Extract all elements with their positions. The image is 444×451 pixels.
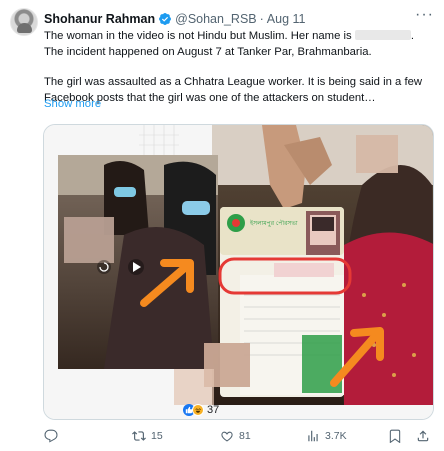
tweet-card[interactable]: Shohanur Rahman @Sohan_RSB · Aug 11 ··· … — [0, 0, 444, 451]
views-icon — [308, 430, 318, 442]
like-button[interactable]: 81 — [220, 428, 251, 444]
avatar[interactable] — [10, 8, 38, 36]
replay-icon[interactable] — [97, 260, 111, 274]
redacted-field — [274, 263, 334, 277]
tweet-media[interactable]: ইসলামপুর পৌরসভা — [43, 124, 434, 420]
id-card-header: ইসলামপুর পৌরসভা — [249, 220, 298, 227]
show-more-link[interactable]: Show more — [44, 98, 101, 110]
redacted-name — [354, 30, 411, 40]
tweet-text: The woman in the video is not Hindu but … — [44, 29, 436, 106]
reaction-count: 37 — [207, 404, 220, 416]
retweet-button[interactable]: 15 — [132, 428, 163, 444]
author-name[interactable]: Shohanur Rahman — [44, 12, 155, 26]
reply-button[interactable] — [44, 428, 63, 444]
author-handle[interactable]: @Sohan_RSB — [175, 12, 257, 26]
separator-dot: · — [259, 12, 264, 26]
share-icon — [417, 430, 429, 442]
like-icon — [221, 431, 233, 442]
haha-emoji-icon — [192, 404, 204, 416]
reply-icon — [44, 429, 58, 443]
share-button[interactable] — [416, 428, 430, 444]
reaction-summary[interactable]: 37 — [183, 403, 219, 417]
retweet-count: 15 — [151, 430, 163, 442]
tweet-date[interactable]: Aug 11 — [267, 12, 306, 26]
blurred-face — [64, 217, 114, 263]
bookmark-icon — [389, 429, 401, 443]
blurred-face — [356, 135, 398, 173]
more-options-icon[interactable]: ··· — [415, 7, 434, 23]
retweet-icon — [132, 431, 146, 441]
tweet-text-part: The woman in the video is not Hindu but … — [44, 30, 352, 42]
views-count: 3.7K — [325, 430, 347, 442]
like-count: 81 — [239, 430, 251, 442]
tweet-paragraph-1: The woman in the video is not Hindu but … — [44, 29, 436, 60]
bookmark-button[interactable] — [388, 428, 402, 444]
action-bar: 15 81 3.7K — [44, 428, 436, 444]
views-button[interactable]: 3.7K — [306, 428, 347, 444]
media-image[interactable]: ইসলামপুর পৌরসভা — [44, 125, 434, 420]
tweet-header: Shohanur Rahman @Sohan_RSB · Aug 11 — [44, 10, 306, 28]
tweet-paragraph-2: The girl was assaulted as a Chhatra Leag… — [44, 76, 423, 104]
verified-badge-icon — [159, 13, 172, 25]
